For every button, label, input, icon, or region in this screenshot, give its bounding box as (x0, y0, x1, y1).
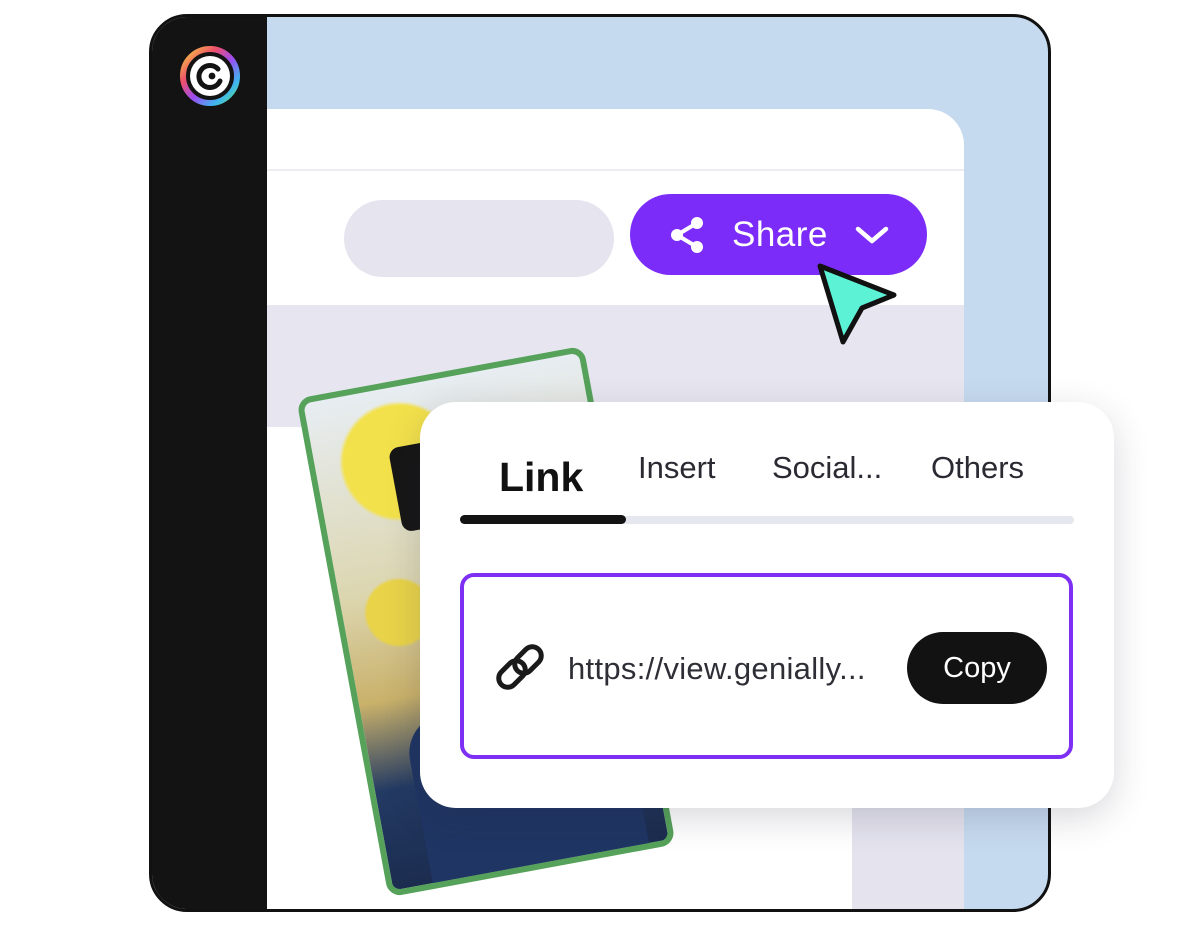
project-name-field[interactable] (344, 200, 614, 277)
tab-active-indicator (460, 515, 626, 524)
sidebar (152, 17, 267, 909)
share-icon (671, 216, 703, 253)
mouse-cursor-icon (817, 263, 897, 345)
tab-social[interactable]: Social... (772, 450, 882, 486)
tab-link[interactable]: Link (499, 454, 583, 501)
tab-others[interactable]: Others (931, 450, 1024, 486)
header-divider (267, 169, 964, 171)
share-popup: Link Insert Social... Others https://vie… (420, 402, 1114, 808)
link-icon (496, 644, 544, 690)
chevron-down-icon (855, 226, 889, 243)
share-link-url: https://view.genially... (568, 651, 866, 686)
genially-logo-icon[interactable] (179, 45, 241, 107)
share-link-field[interactable]: https://view.genially... Copy (460, 573, 1073, 759)
copy-button[interactable]: Copy (907, 632, 1047, 704)
share-button-label: Share (732, 214, 828, 254)
tab-insert[interactable]: Insert (638, 450, 716, 486)
